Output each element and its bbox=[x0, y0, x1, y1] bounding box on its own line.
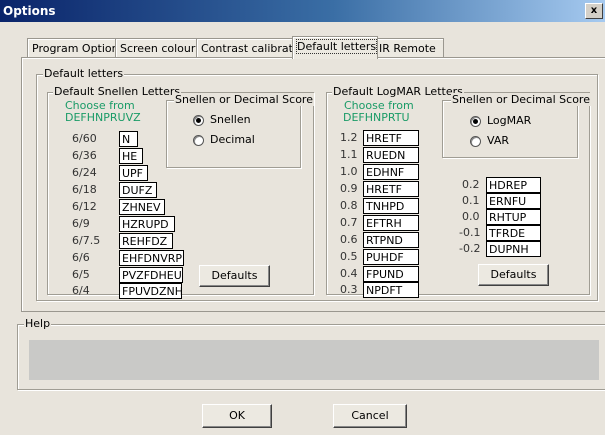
logmar-extra-row-label: 0.0 bbox=[462, 210, 480, 223]
logmar-letters-input[interactable]: TNHPD bbox=[363, 198, 419, 214]
logmar-extra-row-label: 0.1 bbox=[462, 194, 480, 207]
decimal-radio-label: Decimal bbox=[210, 133, 255, 146]
logmar-choose-from-letters: DEFHNPRTU bbox=[343, 111, 410, 124]
logmar-row-label: 1.0 bbox=[340, 165, 358, 178]
logmar-extra-letters-input[interactable]: RHTUP bbox=[486, 209, 541, 225]
snellen-letters-input[interactable]: EHFDNVRP bbox=[119, 250, 184, 266]
snellen-row-label: 6/12 bbox=[72, 200, 97, 213]
logmar-score-group bbox=[442, 100, 578, 158]
logmar-score-group-label: Snellen or Decimal Score bbox=[451, 93, 591, 106]
snellen-letters-input[interactable]: HZRUPD bbox=[119, 216, 175, 232]
snellen-row-label: 6/4 bbox=[72, 284, 90, 297]
help-text-area bbox=[29, 340, 599, 380]
logmar-row-label: 1.2 bbox=[340, 131, 358, 144]
logmar-extra-letters-input[interactable]: HDREP bbox=[486, 177, 541, 193]
logmar-letters-input[interactable]: EFTRH bbox=[363, 215, 419, 231]
radio-icon-selected[interactable] bbox=[193, 115, 204, 126]
help-group-label: Help bbox=[24, 317, 52, 330]
snellen-row-label: 6/5 bbox=[72, 268, 90, 281]
snellen-letters-input[interactable]: PVZFDHEU bbox=[119, 267, 183, 283]
snellen-group-label: Default Snellen Letters bbox=[53, 85, 182, 98]
logmar-extra-letters-input[interactable]: TFRDE bbox=[486, 225, 541, 241]
snellen-radio-label: Snellen bbox=[210, 113, 251, 126]
cancel-button[interactable]: Cancel bbox=[333, 404, 407, 428]
tab-ir-remote[interactable]: IR Remote bbox=[374, 38, 444, 58]
logmar-letters-input[interactable]: NPDFT bbox=[363, 282, 419, 298]
logmar-defaults-button[interactable]: Defaults bbox=[478, 264, 549, 286]
default-letters-group-label: Default letters bbox=[43, 67, 125, 80]
logmar-letters-input[interactable]: RTPND bbox=[363, 232, 419, 248]
logmar-extra-row-label: -0.1 bbox=[459, 226, 481, 239]
logmar-row-label: 0.4 bbox=[340, 267, 358, 280]
logmar-extra-letters-input[interactable]: DUPNH bbox=[486, 241, 541, 257]
logmar-row-label: 0.7 bbox=[340, 216, 358, 229]
snellen-letters-input[interactable]: HE bbox=[119, 148, 143, 164]
snellen-letters-input[interactable]: UPF bbox=[119, 165, 148, 181]
title-bar: Options x bbox=[0, 0, 605, 22]
radio-icon[interactable] bbox=[470, 136, 481, 147]
logmar-row-label: 0.3 bbox=[340, 283, 358, 296]
snellen-defaults-button[interactable]: Defaults bbox=[199, 265, 270, 287]
snellen-letters-input[interactable]: ZHNEV bbox=[119, 199, 165, 215]
snellen-row-label: 6/18 bbox=[72, 183, 97, 196]
snellen-letters-input[interactable]: DUFZ bbox=[119, 182, 157, 198]
logmar-extra-row-label: -0.2 bbox=[459, 242, 481, 255]
tab-screen-colours[interactable]: Screen colours bbox=[115, 38, 201, 58]
logmar-letters-input[interactable]: PUHDF bbox=[363, 249, 419, 265]
ok-button[interactable]: OK bbox=[202, 404, 272, 428]
logmar-radio-label: LogMAR bbox=[487, 114, 532, 127]
snellen-row-label: 6/9 bbox=[72, 217, 90, 230]
radio-icon-selected[interactable] bbox=[470, 116, 481, 127]
logmar-letters-input[interactable]: EDHNF bbox=[363, 164, 419, 180]
logmar-row-label: 0.6 bbox=[340, 233, 358, 246]
logmar-row-label: 0.9 bbox=[340, 182, 358, 195]
logmar-letters-input[interactable]: FPUND bbox=[363, 266, 419, 282]
tab-program-options[interactable]: Program Options bbox=[27, 38, 124, 58]
close-button[interactable]: x bbox=[585, 3, 603, 19]
radio-icon[interactable] bbox=[193, 135, 204, 146]
logmar-letters-input[interactable]: HRETF bbox=[363, 181, 419, 197]
tab-contrast-calibration[interactable]: Contrast calibration bbox=[196, 38, 310, 58]
snellen-choose-from-letters: DEFHNPRUVZ bbox=[65, 111, 141, 124]
snellen-row-label: 6/60 bbox=[72, 132, 97, 145]
snellen-row-label: 6/7.5 bbox=[72, 234, 101, 247]
snellen-score-group-label: Snellen or Decimal Score bbox=[174, 93, 314, 106]
window-title: Options bbox=[3, 4, 56, 18]
logmar-row-label: 1.1 bbox=[340, 148, 358, 161]
snellen-letters-input[interactable]: FPUVDZNH bbox=[119, 283, 182, 299]
var-radio-label: VAR bbox=[487, 134, 509, 147]
snellen-row-label: 6/6 bbox=[72, 251, 90, 264]
logmar-extra-letters-input[interactable]: ERNFU bbox=[486, 193, 541, 209]
logmar-letters-input[interactable]: RUEDN bbox=[363, 147, 419, 163]
snellen-row-label: 6/24 bbox=[72, 166, 97, 179]
logmar-group-label: Default LogMAR Letters bbox=[332, 85, 464, 98]
tab-default-letters[interactable]: Default letters bbox=[292, 36, 378, 59]
snellen-letters-input[interactable]: REHFDZ bbox=[119, 233, 173, 249]
snellen-letters-input[interactable]: N bbox=[119, 131, 138, 147]
logmar-row-label: 0.8 bbox=[340, 199, 358, 212]
snellen-row-label: 6/36 bbox=[72, 149, 97, 162]
logmar-letters-input[interactable]: HRETF bbox=[363, 130, 419, 146]
logmar-extra-row-label: 0.2 bbox=[462, 178, 480, 191]
logmar-row-label: 0.5 bbox=[340, 250, 358, 263]
